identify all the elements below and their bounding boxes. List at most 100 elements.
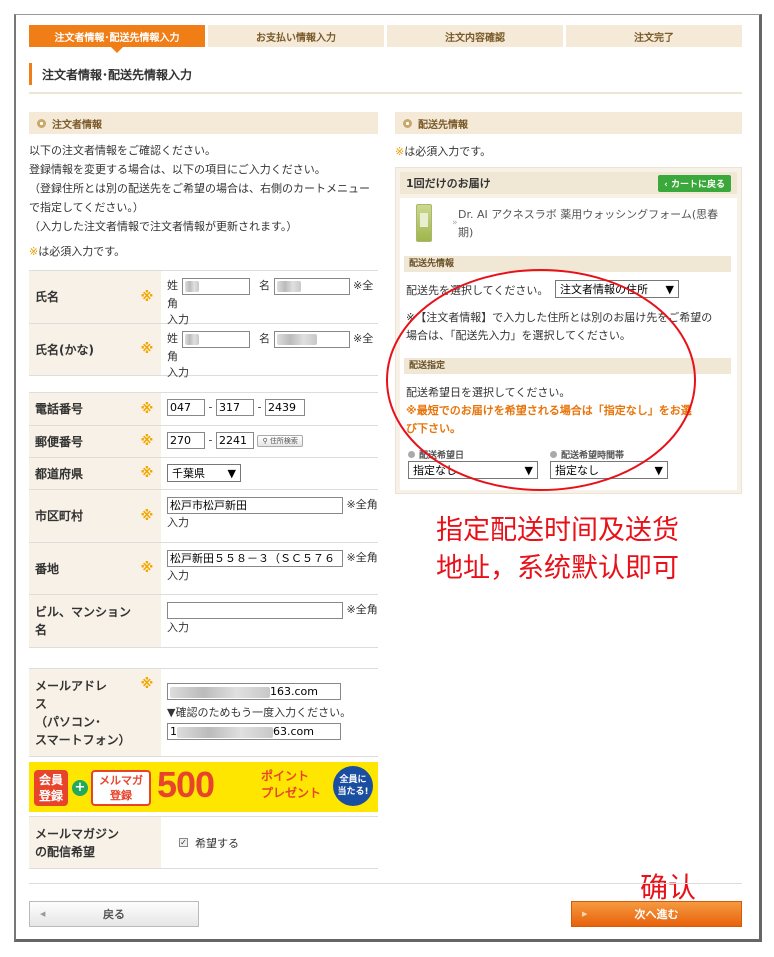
fullwidth-note: ※全角: [346, 603, 378, 616]
dash: -: [208, 433, 213, 447]
email-domain: 163.com: [270, 685, 318, 698]
fullwidth-note: 入力: [167, 568, 189, 582]
pref-select-value: 千葉県: [172, 467, 205, 480]
points-text: ポイント プレゼント: [261, 768, 321, 802]
bullet-icon: [403, 118, 412, 128]
annotation-circle: [386, 269, 696, 491]
required-mark: ※: [133, 669, 161, 756]
pref-select[interactable]: 千葉県 ▼: [167, 464, 241, 482]
kana-row: 氏名(かな) ※ 姓 名 ※全角 入力: [29, 324, 378, 379]
divider: [29, 92, 742, 94]
phone-input-2[interactable]: 317: [215, 399, 254, 416]
required-mark: ※: [133, 271, 161, 323]
back-to-cart-button[interactable]: ‹ カートに戻る: [658, 174, 731, 192]
intro-line: （入力した注文者情報で注文者情報が更新されます。）: [29, 220, 298, 233]
newsletter-value: ✓ 希望する: [161, 817, 378, 868]
everyone-text: 当たる!: [337, 787, 369, 797]
last-name-kana-input[interactable]: [181, 330, 250, 348]
required-note: ※は必須入力です。: [29, 243, 125, 259]
street-input[interactable]: 松戸新田５５８－３（ＳＣ５７６: [167, 549, 343, 567]
first-name-input[interactable]: [273, 277, 350, 295]
points-present: プレゼント: [261, 786, 322, 800]
phone-row: 電話番号 ※ 047 - 317 - 2439: [29, 393, 378, 426]
bullet-icon: [37, 118, 46, 128]
zip-input-1[interactable]: 270: [167, 432, 205, 449]
fullwidth-note: ※全角: [346, 551, 378, 564]
required-note-text: は必須入力です。: [38, 245, 126, 258]
building-input[interactable]: [167, 601, 343, 619]
intro-line: （登録住所とは別の配送先をご希望の場合は、右側のカートメニュー: [29, 182, 370, 195]
pref-row: 都道府県 ※ 千葉県 ▼: [29, 458, 378, 490]
zip-row: 郵便番号 ※ 270 - 2241 ⚲ 住所検索: [29, 426, 378, 458]
required-mark: ※: [133, 543, 161, 594]
annotation-line: 地址，系统默认即可: [436, 553, 679, 584]
sei-label: 姓: [167, 332, 178, 345]
phone-input-1[interactable]: 047: [167, 399, 205, 416]
first-name-kana-input[interactable]: [273, 330, 350, 348]
required-note-text: は必須入力です。: [404, 145, 492, 158]
building-label: ビル、マンション 名: [29, 595, 161, 647]
fullwidth-note: 入力: [167, 515, 189, 529]
member-text: 会員: [38, 773, 63, 787]
email-confirm-input[interactable]: 1 63.com: [167, 723, 341, 740]
name-label: 氏名: [29, 271, 133, 323]
newsletter-label-line: の配信希望: [35, 844, 96, 859]
dropdown-arrow-icon: ▼: [227, 466, 236, 480]
name-table: 氏名 ※ 姓 名 ※全角 入力 氏名(かな) ※ 姓 名 ※全角 入力: [29, 270, 378, 379]
points-unit: ポイント: [261, 769, 310, 783]
newsletter-checkbox-label: 希望する: [195, 836, 239, 850]
everyone-badge: 全員に 当たる!: [333, 766, 373, 806]
email-label-line: ス: [35, 696, 48, 711]
last-name-input[interactable]: [181, 277, 250, 295]
next-button[interactable]: ▶ 次へ進む: [571, 901, 742, 927]
orderer-intro: 以下の注文者情報をご確認ください。 登録情報を変更する場合は、以下の項目にご入力…: [29, 141, 379, 236]
points-amount: 500: [157, 764, 215, 805]
city-input[interactable]: 松戸市松戸新田: [167, 496, 343, 514]
email-label-line: （パソコン･: [35, 714, 102, 729]
city-label: 市区町村: [29, 490, 133, 542]
intro-line: 登録情報を変更する場合は、以下の項目にご入力ください。: [29, 163, 326, 176]
delivery-box-header: 1回だけのお届け ‹ カートに戻る: [400, 172, 737, 194]
newsletter-label: メールマガジン の配信希望: [29, 817, 161, 868]
phone-label: 電話番号: [29, 393, 133, 425]
orderer-section-title: 注文者情報: [52, 119, 102, 131]
email-label-line: スマートフォン）: [35, 732, 131, 747]
name-row: 氏名 ※ 姓 名 ※全角 入力: [29, 271, 378, 326]
zip-input-2[interactable]: 2241: [215, 432, 254, 449]
back-to-cart-label: カートに戻る: [670, 179, 725, 190]
annotation-text: 指定配送时间及送货 地址，系统默认即可: [436, 512, 679, 588]
address-table: 電話番号 ※ 047 - 317 - 2439 郵便番号 ※ 270 - 224…: [29, 392, 378, 648]
intro-line: 以下の注文者情報をご確認ください。: [29, 144, 216, 157]
pref-value: 千葉県 ▼: [161, 458, 378, 489]
back-button[interactable]: ◀ 戻る: [29, 901, 199, 927]
newsletter-badge: メルマガ 登録: [91, 770, 151, 806]
required-mark: ※: [133, 324, 161, 375]
back-button-label: 戻る: [103, 908, 125, 921]
member-points-banner[interactable]: 会員 登録 + メルマガ 登録 500 ポイント プレゼント 全員に 当たる!: [29, 762, 378, 812]
required-mark: ※: [133, 393, 161, 425]
newsletter-checkbox[interactable]: ✓: [179, 838, 188, 847]
phone-input-3[interactable]: 2439: [264, 399, 305, 416]
fullwidth-note: ※全角: [346, 498, 378, 511]
city-value: 松戸市松戸新田 ※全角 入力: [161, 490, 378, 542]
zip-search-label: 住所検索: [269, 436, 298, 445]
required-mark: ※: [29, 245, 39, 258]
newsletter-row: メールマガジン の配信希望 ✓ 希望する: [29, 817, 378, 869]
building-label-line: 名: [35, 623, 48, 637]
delivery-box-title: 1回だけのお届け: [406, 177, 491, 190]
city-row: 市区町村 ※ 松戸市松戸新田 ※全角 入力: [29, 490, 378, 543]
zip-value: 270 - 2241 ⚲ 住所検索: [161, 426, 378, 457]
required-mark: ※: [395, 145, 405, 158]
delivery-section-header: 配送先情報: [395, 112, 742, 134]
intro-line: で指定してください。）: [29, 201, 144, 214]
step-complete: 注文完了: [566, 25, 742, 47]
fullwidth-note: 入力: [167, 365, 189, 379]
zip-search-button[interactable]: ⚲ 住所検索: [257, 434, 303, 447]
email-input[interactable]: 163.com: [167, 683, 341, 700]
product-name: Dr. AI アクネスラボ 薬用ウォッシングフォーム(思春期): [458, 208, 719, 239]
name-value: 姓 名 ※全角 入力: [161, 271, 378, 326]
step-confirm: 注文内容確認: [387, 25, 563, 47]
page-title: 注文者情報･配送先情報入力: [29, 63, 192, 85]
mei-label: 名: [259, 332, 270, 345]
dash: -: [257, 400, 262, 414]
